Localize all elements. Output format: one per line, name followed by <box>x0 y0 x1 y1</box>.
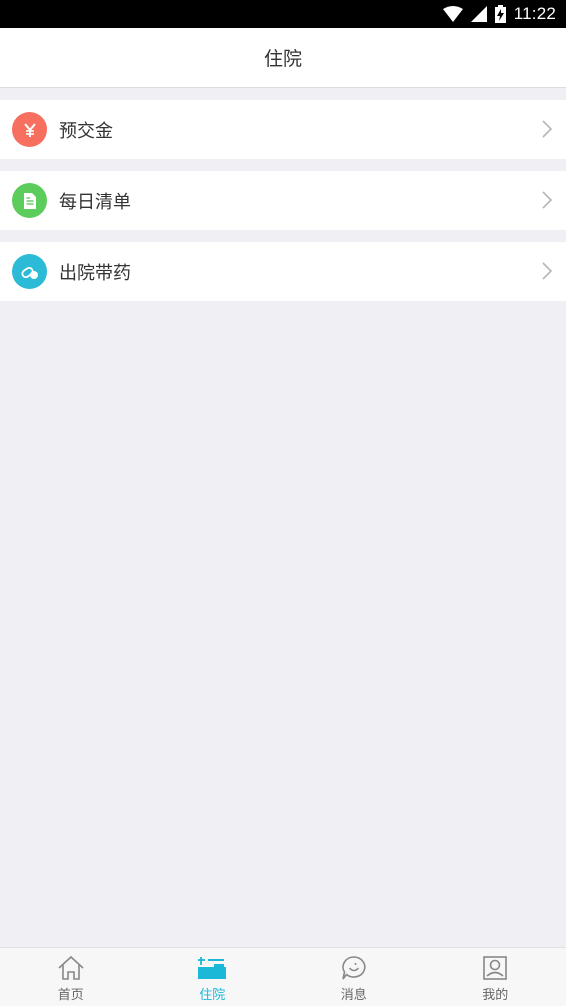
tab-profile[interactable]: 我的 <box>425 948 566 1006</box>
bottom-tab-bar: 首页 住院 消息 我的 <box>0 947 566 1006</box>
status-bar: 11:22 <box>0 0 566 28</box>
profile-icon <box>480 954 510 982</box>
yen-icon <box>12 112 47 147</box>
menu-item-daily-bill[interactable]: 每日清单 <box>0 171 566 230</box>
chat-smile-icon <box>339 954 369 982</box>
chevron-right-icon <box>542 191 553 213</box>
tab-messages[interactable]: 消息 <box>283 948 425 1006</box>
medicine-pill-icon <box>12 254 47 289</box>
status-time: 11:22 <box>513 4 556 23</box>
hospital-bed-icon <box>197 954 227 982</box>
tab-label: 住院 <box>199 988 226 1003</box>
screen: 11:22 住院 预交金 每日清单 出院带药 首页 住院 消息 我的 <box>0 0 566 1006</box>
chevron-right-icon <box>542 262 553 284</box>
tab-hospitalization[interactable]: 住院 <box>142 948 284 1006</box>
tab-label: 首页 <box>57 988 84 1003</box>
wifi-icon <box>442 6 463 22</box>
chevron-right-icon <box>542 120 553 142</box>
title-bar: 住院 <box>0 28 566 88</box>
menu-item-label: 预交金 <box>59 120 113 142</box>
menu-item-discharge-medicine[interactable]: 出院带药 <box>0 242 566 301</box>
menu-item-label: 每日清单 <box>59 191 131 213</box>
page-title: 住院 <box>263 48 302 70</box>
tab-label: 我的 <box>482 988 509 1003</box>
document-icon <box>12 183 47 218</box>
tab-home[interactable]: 首页 <box>0 948 142 1006</box>
battery-charging-icon <box>494 5 506 23</box>
menu-item-prepayment[interactable]: 预交金 <box>0 100 566 159</box>
cell-signal-icon <box>470 6 487 22</box>
menu-item-label: 出院带药 <box>59 262 131 284</box>
home-icon <box>56 954 86 982</box>
tab-label: 消息 <box>340 988 367 1003</box>
